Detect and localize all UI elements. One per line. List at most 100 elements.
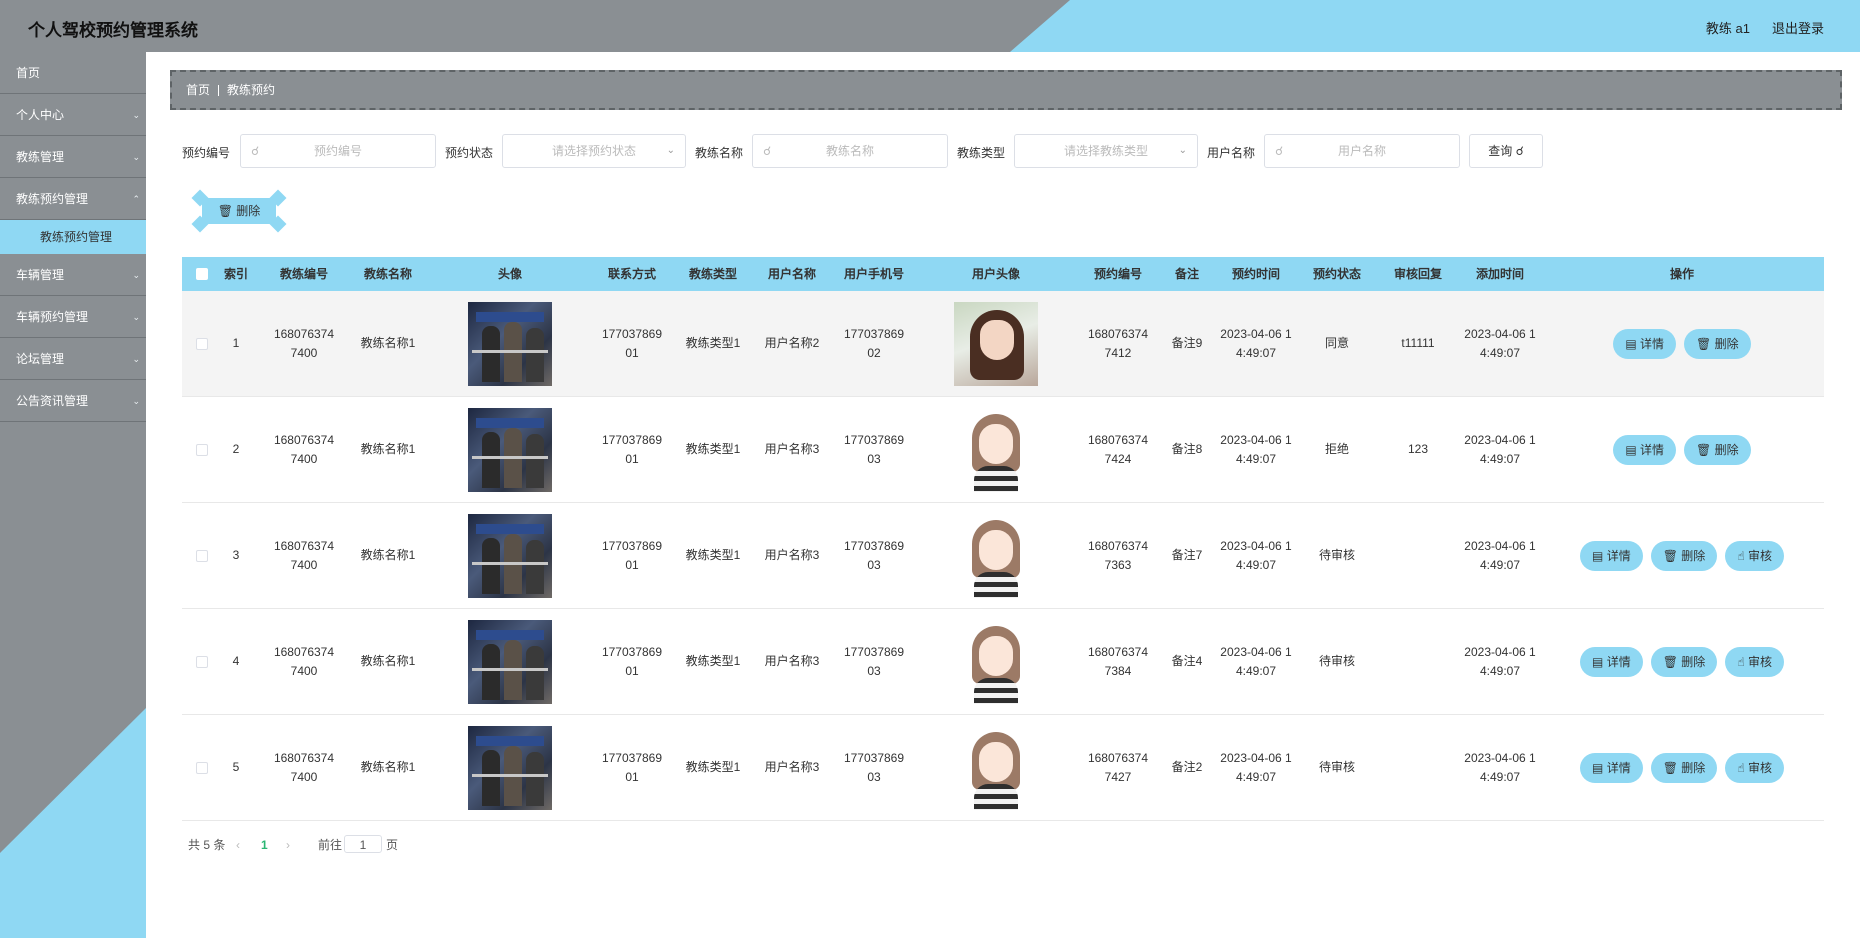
cell-booking-time: 2023-04-06 14:49:07 <box>1220 644 1292 678</box>
cell-remark: 备注4 <box>1171 654 1203 668</box>
table-header: 索引 教练编号 教练名称 头像 联系方式 教练类型 用户名称 用户手机号 用户头… <box>182 257 1824 291</box>
hand-pointer-icon: ☝ <box>1737 654 1745 669</box>
cell-booking-time: 2023-04-06 14:49:07 <box>1220 432 1292 466</box>
cell-coach-no: 1680763747400 <box>273 432 335 466</box>
booking-no-input[interactable]: ☌ 预约编号 <box>240 134 436 168</box>
coach-name-input[interactable]: ☌ 教练名称 <box>752 134 948 168</box>
cell-booking-time: 2023-04-06 14:49:07 <box>1220 538 1292 572</box>
detail-button[interactable]: ▤ 详情 <box>1580 540 1643 571</box>
sidebar-item-vehicle[interactable]: 车辆管理 ⌄ <box>0 254 146 296</box>
delete-button[interactable]: 🗑 删除 <box>1650 646 1718 677</box>
batch-delete-button[interactable]: 🗑 删除 <box>191 189 287 233</box>
cell-user-name: 用户名称2 <box>764 336 820 350</box>
header-booking-time: 预约时间 <box>1231 266 1280 281</box>
header-added: 添加时间 <box>1475 266 1524 281</box>
delete-button[interactable]: 🗑 删除 <box>1684 434 1751 465</box>
cell-index: 5 <box>232 760 240 774</box>
sidebar-subitem-coach-booking[interactable]: 教练预约管理 <box>0 220 146 254</box>
cell-user-phone: 17703786902 <box>843 326 905 360</box>
cell-coach-name: 教练名称1 <box>360 442 416 456</box>
delete-button[interactable]: 🗑 删除 <box>1650 540 1718 571</box>
detail-button[interactable]: ▤ 详情 <box>1580 646 1643 677</box>
sidebar-item-forum[interactable]: 论坛管理 ⌄ <box>0 338 146 380</box>
cell-coach-name: 教练名称1 <box>360 654 416 668</box>
cell-booking-no: 1680763747427 <box>1087 750 1149 784</box>
top-header: 个人驾校预约管理系统 教练 a1 退出登录 <box>0 0 1860 52</box>
sidebar-item-label: 首页 <box>16 66 41 80</box>
cell-phone: 17703786901 <box>601 538 663 572</box>
breadcrumb-home[interactable]: 首页 <box>186 83 210 97</box>
cell-remark: 备注9 <box>1171 336 1203 350</box>
sidebar-item-label: 教练管理 <box>16 150 65 164</box>
sidebar-item-label: 教练预约管理 <box>16 192 89 206</box>
goto-input[interactable]: 1 <box>344 835 382 853</box>
header-index: 索引 <box>223 266 248 281</box>
cell-reply <box>1376 503 1460 608</box>
cell-user-phone: 17703786903 <box>843 644 905 678</box>
sidebar: 首页 个人中心 ⌄ 教练管理 ⌄ 教练预约管理 ⌃ 教练预约管理 车辆管理 ⌄ 车辆预约… <box>0 52 146 938</box>
sidebar-item-coach[interactable]: 教练管理 ⌄ <box>0 136 146 178</box>
cell-status: 待审核 <box>1318 654 1355 668</box>
search-label: 预约编号 <box>182 146 231 160</box>
chevron-down-icon: ⌄ <box>132 354 140 364</box>
trash-icon: 🗑 <box>1662 548 1678 563</box>
cell-reply <box>1376 609 1460 714</box>
hand-pointer-icon: ☝ <box>1737 548 1745 563</box>
search-icon: ☌ <box>251 144 260 158</box>
cell-user-name: 用户名称3 <box>764 654 820 668</box>
detail-button[interactable]: ▤ 详情 <box>1613 328 1677 359</box>
logout-link[interactable]: 退出登录 <box>1772 18 1824 37</box>
cell-status: 待审核 <box>1318 548 1355 562</box>
cell-index: 4 <box>232 654 240 668</box>
cell-remark: 备注2 <box>1171 760 1203 774</box>
delete-button[interactable]: 🗑 删除 <box>1684 328 1751 359</box>
review-button[interactable]: ☝ 审核 <box>1725 540 1784 571</box>
coach-type-select[interactable]: 请选择教练类型 ⌄ <box>1014 134 1198 168</box>
chevron-down-icon: ⌄ <box>132 396 140 406</box>
review-button[interactable]: ☝ 审核 <box>1725 646 1784 677</box>
cell-coach-name: 教练名称1 <box>360 760 416 774</box>
user-name-input[interactable]: ☌ 用户名称 <box>1264 134 1460 168</box>
sidebar-item-news[interactable]: 公告资讯管理 ⌄ <box>0 380 146 422</box>
chevron-up-icon: ⌃ <box>132 194 140 204</box>
document-icon: ▤ <box>1625 336 1637 351</box>
trash-icon: 🗑 <box>1696 442 1712 457</box>
page-current[interactable]: 1 <box>261 836 268 854</box>
header-coach-type: 教练类型 <box>688 266 737 281</box>
cell-status: 拒绝 <box>1324 442 1349 456</box>
document-icon: ▤ <box>1592 548 1604 563</box>
user-avatar <box>916 715 1076 820</box>
cell-coach-no: 1680763747400 <box>273 644 335 678</box>
breadcrumb: 首页 教练预约 <box>170 70 1842 110</box>
coach-avatar <box>430 397 590 502</box>
detail-button[interactable]: ▤ 详情 <box>1613 434 1677 465</box>
cell-phone: 17703786901 <box>601 750 663 784</box>
chevron-down-icon: ⌄ <box>132 270 140 280</box>
goto-label: 前往 <box>318 838 343 852</box>
query-button[interactable]: 查询 ☌ <box>1469 134 1543 168</box>
sidebar-item-label: 车辆预约管理 <box>16 310 89 324</box>
breadcrumb-current: 教练预约 <box>227 83 276 97</box>
coach-avatar <box>430 715 590 820</box>
search-icon: ☌ <box>1275 144 1284 158</box>
sidebar-item-vehicle-booking[interactable]: 车辆预约管理 ⌄ <box>0 296 146 338</box>
chevron-down-icon: ⌄ <box>1178 145 1187 156</box>
cell-index: 3 <box>232 548 240 562</box>
chevron-left-icon[interactable]: ‹ <box>236 836 240 854</box>
sidebar-item-home[interactable]: 首页 <box>0 52 146 94</box>
cell-booking-no: 1680763747424 <box>1087 432 1149 466</box>
header-coach-no: 教练编号 <box>279 266 328 281</box>
cell-coach-no: 1680763747400 <box>273 750 335 784</box>
sidebar-item-profile[interactable]: 个人中心 ⌄ <box>0 94 146 136</box>
review-button[interactable]: ☝ 审核 <box>1725 752 1784 783</box>
coach-avatar <box>430 609 590 714</box>
detail-button[interactable]: ▤ 详情 <box>1580 752 1643 783</box>
status-select[interactable]: 请选择预约状态 ⌄ <box>502 134 686 168</box>
header-remark: 备注 <box>1174 266 1199 281</box>
delete-button[interactable]: 🗑 删除 <box>1650 752 1718 783</box>
sidebar-item-coach-booking[interactable]: 教练预约管理 ⌃ <box>0 178 146 220</box>
chevron-right-icon[interactable]: › <box>286 836 290 854</box>
booking-table: 索引 教练编号 教练名称 头像 联系方式 教练类型 用户名称 用户手机号 用户头… <box>182 257 1824 821</box>
search-label: 预约状态 <box>445 146 494 160</box>
cell-coach-name: 教练名称1 <box>360 336 416 350</box>
